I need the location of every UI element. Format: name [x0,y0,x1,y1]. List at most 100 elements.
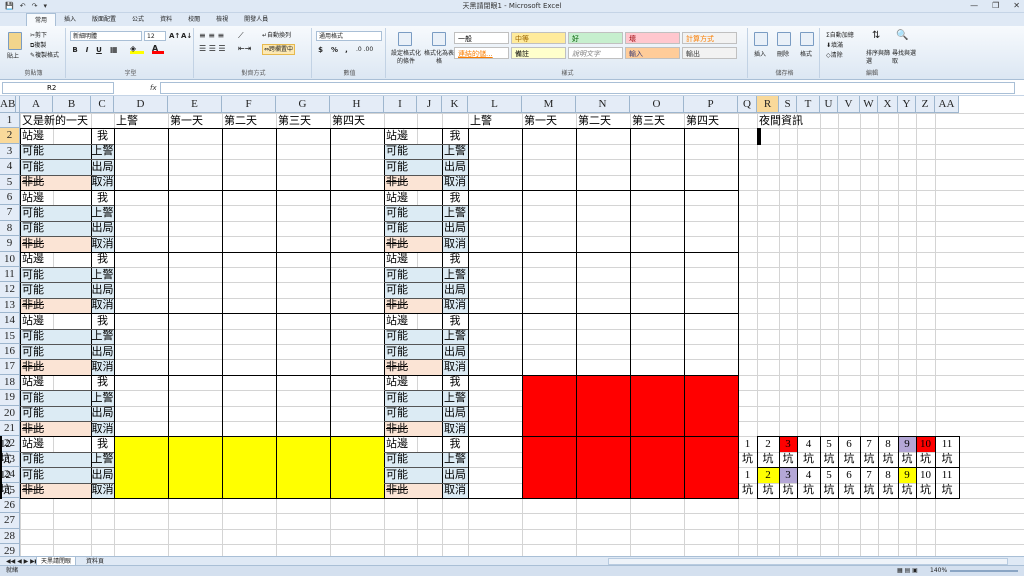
wrap-text-button[interactable]: ↵自動換列 [262,31,291,40]
pit-number-top-1[interactable]: 1 [738,437,757,451]
style-1[interactable]: 中等 [511,32,566,44]
pit-number-top-2[interactable]: 2 [757,437,779,451]
row-header-18[interactable]: 18 [0,374,20,391]
row-header-27[interactable]: 27 [0,513,20,529]
column-header-Q[interactable]: Q [738,96,757,113]
pit-number-top-11[interactable]: 11 [935,437,959,451]
row-header-13[interactable]: 13 [0,297,20,314]
delete-cells-icon[interactable] [777,32,791,46]
style-3[interactable]: 壞 [625,32,680,44]
column-header-F[interactable]: F [222,96,276,113]
row-header-10[interactable]: 10 [0,251,20,267]
pit-number-bottom-5[interactable]: 5 [820,468,838,482]
column-header-M[interactable]: M [522,96,576,113]
row-header-28[interactable]: 28 [0,528,20,545]
autosum-button[interactable]: Σ自動加總 [826,31,854,40]
indent-icon[interactable]: ⇤⇥ [238,44,251,53]
column-header-U[interactable]: U [820,96,838,113]
underline-button[interactable]: U [94,45,104,56]
comma-button[interactable]: , [342,45,351,56]
column-header-B[interactable]: B [53,96,91,113]
tab-3[interactable]: 公式 [124,13,152,26]
format-table-icon[interactable] [432,32,446,46]
style-6[interactable]: 備註 [511,47,566,59]
column-header-AA[interactable]: AA [935,96,959,113]
fill-color-icon[interactable]: ◈ [130,44,144,54]
column-header-H[interactable]: H [330,96,384,113]
percent-button[interactable]: % [330,45,339,56]
style-4[interactable]: 計算方式 [682,32,737,44]
tab-4[interactable]: 資料 [152,13,180,26]
conditional-format-label[interactable]: 設定格式化的條件 [389,50,423,66]
conditional-format-icon[interactable] [398,32,412,46]
format-painter-button[interactable]: ✎複製格式 [30,51,59,60]
pit-number-bottom-7[interactable]: 7 [860,468,878,482]
font-size-box[interactable]: 12 [144,31,166,41]
row-header-29[interactable]: 29 [0,544,20,556]
row-header-6[interactable]: 6 [0,190,20,206]
sort-filter-icon[interactable]: ⇅ [872,31,880,41]
row-header-17[interactable]: 17 [0,359,20,375]
style-7[interactable]: 說明文字 [568,47,623,59]
tab-1[interactable]: 插入 [56,13,84,26]
column-header-P[interactable]: P [684,96,738,113]
pit-number-top-3[interactable]: 3 [779,437,797,451]
insert-cells-icon[interactable] [754,32,768,46]
copy-button[interactable]: ⧉複製 [30,41,46,50]
find-select-icon[interactable]: 🔍 [896,31,908,41]
pit-number-bottom-3[interactable]: 3 [779,468,797,482]
column-header-W[interactable]: W [860,96,878,113]
column-header-Y[interactable]: Y [898,96,916,113]
column-header-C[interactable]: C [91,96,114,113]
tab-2[interactable]: 版面配置 [84,13,124,26]
column-header-K[interactable]: K [442,96,468,113]
row-header-3[interactable]: 3 [0,143,20,160]
minimize-button[interactable]: — [970,0,978,12]
tab-5[interactable]: 校閱 [180,13,208,26]
format-cells-icon[interactable] [800,32,814,46]
view-buttons[interactable]: ▦ ▤ ▣ [893,566,922,575]
tab-7[interactable]: 開發人員 [236,13,276,26]
horizontal-scrollbar[interactable] [608,558,1008,565]
number-format-box[interactable]: 通用格式 [316,31,382,41]
column-header-N[interactable]: N [576,96,630,113]
column-header-L[interactable]: L [468,96,522,113]
font-color-icon[interactable]: A [152,44,164,54]
insert-cells-label[interactable]: 插入 [754,50,766,59]
pit-number-bottom-2[interactable]: 2 [757,468,779,482]
pit-number-top-8[interactable]: 8 [878,437,898,451]
align-left-icon[interactable]: ☰ ☰ ☰ [199,44,226,53]
column-header-E[interactable]: E [168,96,222,113]
pit-number-bottom-6[interactable]: 6 [838,468,860,482]
merge-center-button[interactable]: ⇔跨欄置中 [262,44,296,55]
close-button[interactable]: ✕ [1013,0,1020,12]
decimal-icon[interactable]: .0 .00 [356,45,373,54]
zoom-slider[interactable] [950,570,1018,572]
column-header-G[interactable]: G [276,96,330,113]
row-header-21[interactable]: 21 [0,421,20,437]
cut-button[interactable]: ✂剪下 [30,31,47,40]
find-select-label[interactable]: 尋找與選取 [892,50,916,66]
pit-number-top-12[interactable]: 12 [0,437,11,451]
row-header-26[interactable]: 26 [0,498,20,514]
row-header-5[interactable]: 5 [0,174,20,190]
style-9[interactable]: 輸出 [682,47,737,59]
align-top-icon[interactable]: ≡ ≡ ≡ [199,31,224,40]
pit-number-bottom-12[interactable]: 12 [0,468,11,482]
row-header-12[interactable]: 12 [0,282,20,298]
name-box[interactable]: R2 [2,82,114,94]
paste-icon[interactable] [8,32,22,50]
pit-number-top-7[interactable]: 7 [860,437,878,451]
row-header-8[interactable]: 8 [0,220,20,237]
fill-button[interactable]: ⬇填滿 [826,41,843,50]
pit-number-bottom-10[interactable]: 10 [916,468,935,482]
paste-label[interactable]: 貼上 [7,52,19,61]
shrink-font-button[interactable]: A↓ [180,31,192,42]
pit-number-top-6[interactable]: 6 [838,437,860,451]
style-8[interactable]: 輸入 [625,47,680,59]
bold-button[interactable]: B [70,45,80,56]
pit-number-bottom-4[interactable]: 4 [797,468,820,482]
delete-cells-label[interactable]: 刪除 [777,50,789,59]
tab-6[interactable]: 檢視 [208,13,236,26]
row-header-20[interactable]: 20 [0,405,20,421]
